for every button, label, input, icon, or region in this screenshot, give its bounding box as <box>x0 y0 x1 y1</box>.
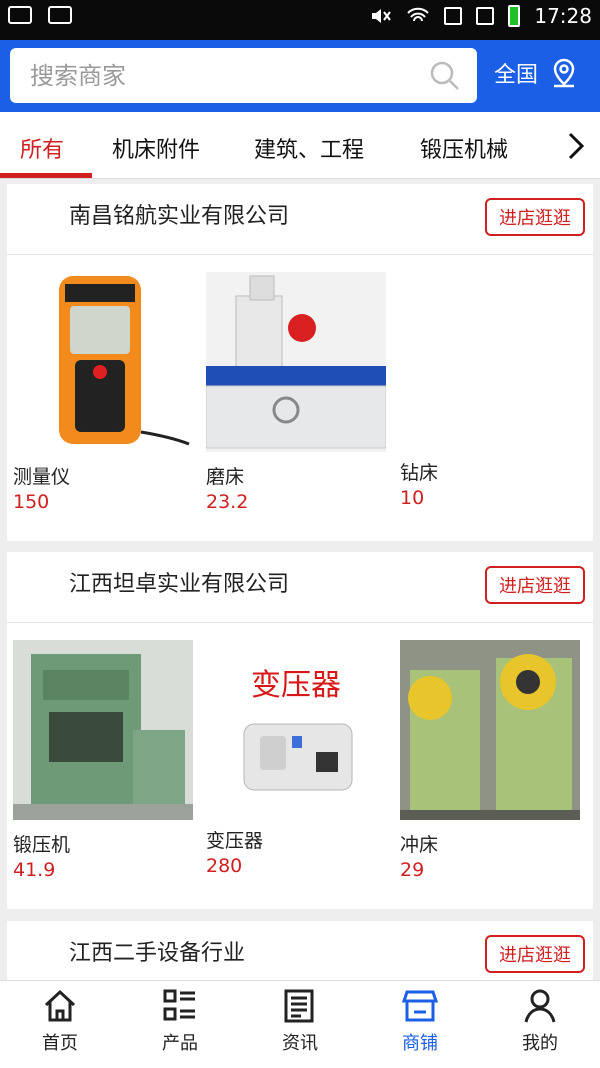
product-price: 10 <box>400 487 425 509</box>
category-tabs: 所有 机床附件 建筑、工程 锻压机械 <box>0 112 600 179</box>
product-name: 磨床 <box>206 466 245 488</box>
product-price: 23.2 <box>206 491 249 513</box>
product-item[interactable]: 冲床 29 <box>400 640 582 881</box>
region-selector[interactable]: 全国 <box>494 57 580 89</box>
tab-forging-machinery[interactable]: 锻压机械 <box>420 132 508 164</box>
divider <box>7 254 593 255</box>
chevron-right-icon <box>568 132 585 160</box>
forging-press-image <box>13 640 193 820</box>
nav-home[interactable]: 首页 <box>0 987 120 1055</box>
news-icon <box>284 989 314 1023</box>
visit-store-button[interactable]: 进店逛逛 <box>485 935 585 973</box>
region-label: 全国 <box>494 63 539 88</box>
nav-news[interactable]: 资讯 <box>240 987 360 1055</box>
nav-news-label: 资讯 <box>282 1033 318 1054</box>
signal-sim2-icon <box>476 7 495 25</box>
drill-press-image <box>400 272 580 452</box>
header-bar: 全国 <box>0 40 600 112</box>
store-card: 江西坦卓实业有限公司 进店逛逛 锻压机 41.9 变压器 变压器 280 冲床 … <box>7 552 593 909</box>
tabs-scroll-right[interactable] <box>560 128 592 164</box>
search-input[interactable] <box>28 58 412 94</box>
product-item[interactable]: 钻床 10 <box>400 272 582 509</box>
visit-store-button[interactable]: 进店逛逛 <box>485 566 585 604</box>
product-price: 41.9 <box>13 859 56 881</box>
product-list-icon <box>163 989 195 1021</box>
active-tab-indicator <box>0 173 92 178</box>
store-name: 南昌铭航实业有限公司 <box>69 204 290 229</box>
product-item[interactable]: 锻压机 41.9 <box>13 640 195 881</box>
nav-products-label: 产品 <box>162 1033 198 1054</box>
clock: 17:28 <box>534 4 592 28</box>
product-name: 冲床 <box>400 834 439 856</box>
nav-me-label: 我的 <box>522 1033 558 1054</box>
transformer-image: 变压器 <box>206 640 386 820</box>
product-price: 29 <box>400 859 425 881</box>
wifi-icon <box>407 7 430 22</box>
nav-store-label: 商铺 <box>402 1033 438 1054</box>
store-card: 南昌铭航实业有限公司 进店逛逛 测量仪 150 磨床 23.2 钻床 10 <box>7 184 593 541</box>
search-box[interactable] <box>10 48 477 103</box>
grinding-machine-image <box>205 272 387 452</box>
nav-store[interactable]: 商铺 <box>360 987 480 1055</box>
transformer-image-text: 变压器 <box>251 668 341 703</box>
nav-me[interactable]: 我的 <box>480 987 600 1055</box>
divider <box>7 622 593 623</box>
product-price: 150 <box>13 491 50 513</box>
signal-sim1-icon <box>444 7 463 25</box>
tab-machine-accessories[interactable]: 机床附件 <box>112 132 200 164</box>
product-item[interactable]: 磨床 23.2 <box>205 272 388 513</box>
product-price: 280 <box>206 855 243 877</box>
tab-construction[interactable]: 建筑、工程 <box>254 132 364 164</box>
product-name: 锻压机 <box>13 834 71 856</box>
product-name: 钻床 <box>400 462 439 484</box>
tab-all[interactable]: 所有 <box>20 132 64 164</box>
product-name: 测量仪 <box>13 466 71 488</box>
product-name: 变压器 <box>206 830 264 852</box>
store-icon <box>401 990 439 1022</box>
product-item[interactable]: 测量仪 150 <box>13 272 195 513</box>
punch-press-image <box>400 640 580 820</box>
status-bar: 17:28 <box>0 0 600 40</box>
nav-home-label: 首页 <box>42 1033 78 1054</box>
battery-icon <box>508 5 521 27</box>
image-icon <box>48 6 72 24</box>
store-name: 江西二手设备行业 <box>69 941 246 966</box>
mute-icon <box>372 9 392 23</box>
search-icon[interactable] <box>429 60 461 92</box>
camera-icon <box>8 6 32 24</box>
store-name: 江西坦卓实业有限公司 <box>69 572 290 597</box>
visit-store-button[interactable]: 进店逛逛 <box>485 198 585 236</box>
laser-distance-meter-image <box>13 272 193 452</box>
bottom-navigation: 首页 产品 资讯 商铺 我的 <box>0 980 600 1068</box>
nav-products[interactable]: 产品 <box>120 987 240 1055</box>
transformer-box <box>243 723 353 791</box>
product-item[interactable]: 变压器 变压器 280 <box>206 640 388 877</box>
home-icon <box>44 989 76 1022</box>
location-pin-icon <box>553 58 575 88</box>
user-icon <box>524 989 556 1023</box>
